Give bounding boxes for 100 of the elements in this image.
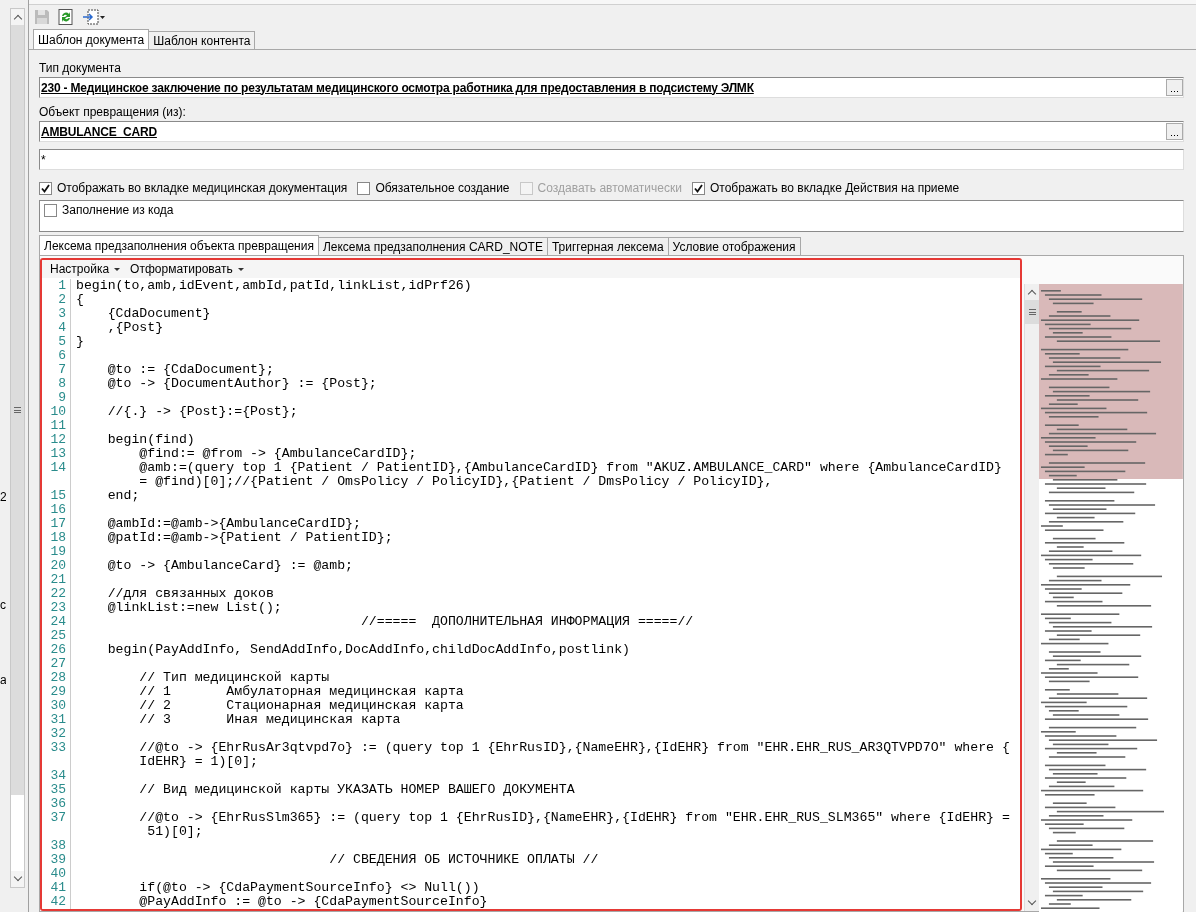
code-line: // 3 Иная медицинская карта <box>138 713 401 727</box>
checkbox-label: Обязательное создание <box>375 181 510 195</box>
browse-button[interactable] <box>1166 123 1183 140</box>
line-number: 35 <box>42 783 71 797</box>
checkbox-label: Создавать автоматически <box>537 181 682 195</box>
browse-button[interactable] <box>1166 79 1183 96</box>
code-line: // 1 Амбулаторная медицинская карта <box>138 685 464 699</box>
refresh-icon[interactable] <box>58 9 74 25</box>
line-number: 6 <box>42 349 71 363</box>
tab[interactable]: Условие отображения <box>667 237 801 255</box>
line-number: 17 <box>42 517 71 531</box>
line-number: 32 <box>42 727 71 741</box>
line-number: 42 <box>42 895 71 909</box>
line-number: 34 <box>42 769 71 783</box>
checkbox-label: Отображать во вкладке медицинская документация <box>57 181 348 195</box>
menu-button[interactable]: Отформатировать <box>130 262 244 276</box>
checkbox[interactable] <box>39 181 52 195</box>
line-number: 41 <box>42 881 71 895</box>
line-number: 18 <box>42 531 71 545</box>
line-number: 39 <box>42 853 71 867</box>
line-number: 4 <box>42 321 71 335</box>
checkbox[interactable] <box>44 203 57 217</box>
code-line: @PayAddInfo := @to -> {CdaPaymentSourceInfo} <box>138 895 488 909</box>
code-line: //===== ДОПОЛНИТЕЛЬНАЯ ИНФОРМАЦИЯ =====// <box>359 615 694 629</box>
line-number: 5 <box>42 335 71 349</box>
line-number: 22 <box>42 587 71 601</box>
tab[interactable]: Лексема предзаполнения CARD_NOTE <box>317 237 548 255</box>
line-number: 25 <box>42 629 71 643</box>
line-number: 36 <box>42 797 71 811</box>
code-line: @to -> {DocumentAuthor} := {Post}; <box>106 377 377 391</box>
cut-off-text: c <box>0 598 6 612</box>
tab[interactable]: Лексема предзаполнения объекта превращения <box>39 235 319 255</box>
line-number: 8 <box>42 377 71 391</box>
code-line: if(@to -> {CdaPaymentSourceInfo} <> Null()) <box>138 881 480 895</box>
caret-icon <box>114 267 121 271</box>
cut-off-text: a <box>0 673 6 687</box>
field-label: Объект превращения (из): <box>39 105 187 119</box>
code-line: // СВЕДЕНИЯ ОБ ИСТОЧНИКЕ ОПЛАТЫ // <box>328 853 599 867</box>
line-number: 11 <box>42 419 71 433</box>
code-line: end; <box>106 489 140 503</box>
line-number: 7 <box>42 363 71 377</box>
line-number: 37 <box>42 811 71 839</box>
line-number: 10 <box>42 405 71 419</box>
line-number: 3 <box>42 307 71 321</box>
code-line: @to -> {AmbulanceCard} := @amb; <box>106 559 353 573</box>
line-number: 2 <box>42 293 71 307</box>
code-line: // Тип медицинской карты <box>138 671 330 685</box>
line-number: 31 <box>42 713 71 727</box>
scroll-thumb[interactable] <box>11 25 24 795</box>
code-line: // 2 Стационарная медицинская карта <box>138 699 464 713</box>
code-line: ,{Post} <box>106 321 164 335</box>
checkbox[interactable] <box>691 181 705 195</box>
line-number: 20 <box>42 559 71 573</box>
scrollbar[interactable] <box>10 8 25 888</box>
line-number: 29 <box>42 685 71 699</box>
line-number: 12 <box>42 433 71 447</box>
code-line: {CdaDocument} <box>106 307 211 321</box>
line-number: 19 <box>42 545 71 559</box>
line-number: 9 <box>42 391 71 405</box>
line-number: 28 <box>42 671 71 685</box>
code-line: // Вид медицинской карты УКАЗАТЬ НОМЕР ВАШЕГО ДОКУМЕНТА <box>138 783 575 797</box>
code-line: @to := {CdaDocument}; <box>106 363 274 377</box>
input-field[interactable]: 230 - Медицинское заключение по результатам медицинского осмотра работника для предоставления в подсистему ЭЛМК <box>39 77 1184 98</box>
line-number: 23 <box>42 601 71 615</box>
menu-button[interactable]: Настройка <box>50 262 121 276</box>
code-line: begin(to,amb,idEvent,ambId,patId,linkList,idPrf26) <box>75 279 472 293</box>
scroll-thumb[interactable] <box>1025 300 1040 324</box>
grip-icon <box>14 407 21 413</box>
code-line: begin(find) <box>106 433 195 447</box>
code-line: //для связанных доков <box>106 587 274 601</box>
code-line: } <box>75 335 84 349</box>
tab[interactable]: Шаблон документа <box>33 29 150 49</box>
input-field[interactable]: * <box>39 149 1184 170</box>
line-number: 16 <box>42 503 71 517</box>
line-number: 1 <box>42 279 71 293</box>
tab[interactable]: Триггерная лексема <box>546 237 669 255</box>
line-number: 33 <box>42 741 71 769</box>
line-number: 27 <box>42 657 71 671</box>
code-line: @linkList:=new List(); <box>106 601 282 615</box>
line-number: 30 <box>42 699 71 713</box>
code-line: //{.} -> {Post}:={Post}; <box>106 405 298 419</box>
code-line: @ambId:=@amb->{AmbulanceCardID}; <box>106 517 361 531</box>
line-number: 26 <box>42 643 71 657</box>
code-minimap-drawing[interactable] <box>1039 284 1183 912</box>
code-line: //@to -> {EhrRusAr3qtvpd7o} := (query top 1 {EhrRusID},{NameEHR},{IdEHR} from "EHR.EHR_RUS_AR3QTVPD7O" where { IdEHR} = 1)[0]; <box>138 741 1010 769</box>
tab[interactable]: Шаблон контента <box>148 31 256 49</box>
line-number: 14 <box>42 461 71 489</box>
checkbox-label: Заполнение из кода <box>62 203 174 217</box>
input-field[interactable]: AMBULANCE_CARD <box>39 121 1184 142</box>
field-label: Тип документа <box>39 61 122 75</box>
code-line: { <box>75 293 84 307</box>
line-number: 24 <box>42 615 71 629</box>
line-number: 15 <box>42 489 71 503</box>
caret-icon <box>237 267 244 271</box>
cut-off-text: 2 <box>0 490 6 504</box>
import-icon[interactable] <box>82 9 106 25</box>
grip-icon <box>1028 309 1036 315</box>
scrollbar[interactable] <box>1024 284 1040 911</box>
line-number: 38 <box>42 839 71 853</box>
checkbox[interactable] <box>357 181 371 195</box>
